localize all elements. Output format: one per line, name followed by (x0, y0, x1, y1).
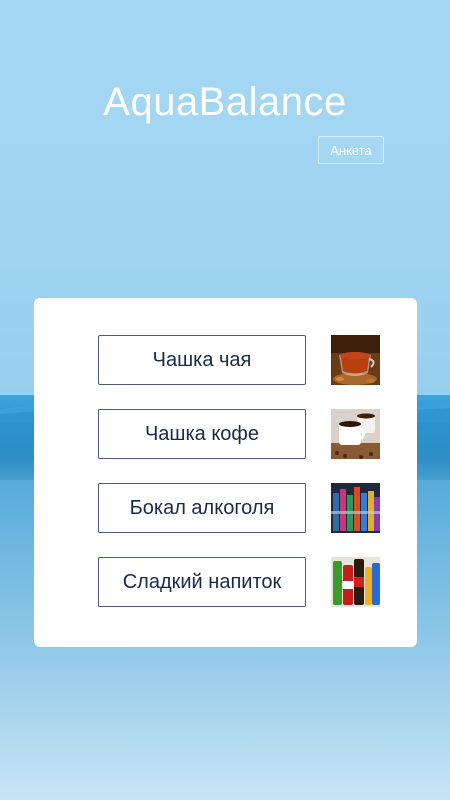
drink-row-coffee: Чашка кофе (98, 409, 380, 459)
alcohol-glass-button[interactable]: Бокал алкоголя (98, 483, 306, 533)
coffee-cup-button[interactable]: Чашка кофе (98, 409, 306, 459)
tea-cup-icon[interactable] (331, 335, 380, 385)
coffee-cups-icon[interactable] (331, 409, 380, 459)
alcohol-bottles-icon[interactable] (331, 483, 380, 533)
sweet-drink-button[interactable]: Сладкий напиток (98, 557, 306, 607)
drink-row-sweet: Сладкий напиток (98, 557, 380, 607)
soda-bottles-icon[interactable] (331, 557, 380, 607)
tea-cup-button[interactable]: Чашка чая (98, 335, 306, 385)
app-title: AquaBalance (103, 80, 347, 124)
survey-button[interactable]: Анкета (318, 136, 384, 164)
drink-row-tea: Чашка чая (98, 335, 380, 385)
drink-row-alcohol: Бокал алкоголя (98, 483, 380, 533)
drink-selection-card: Чашка чая Чашка кофе Бокал алкоголя Слад… (34, 298, 417, 647)
